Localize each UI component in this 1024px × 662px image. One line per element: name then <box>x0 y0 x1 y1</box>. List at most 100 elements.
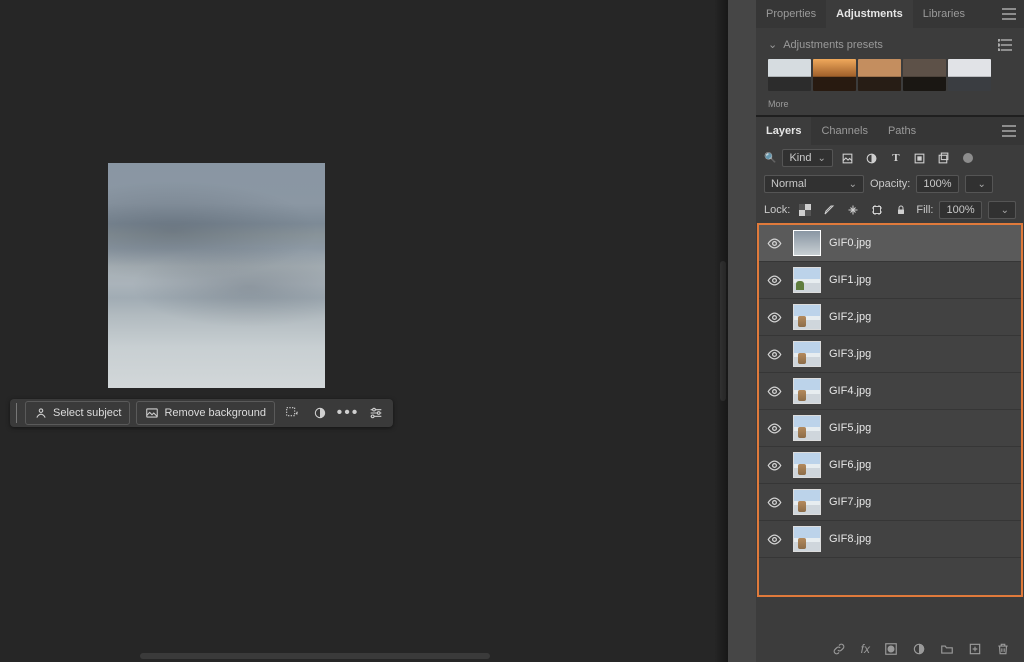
person-icon <box>34 406 48 420</box>
layer-mask-icon[interactable] <box>884 642 898 656</box>
filter-shape-icon[interactable] <box>911 149 929 167</box>
tab-paths[interactable]: Paths <box>878 117 926 145</box>
layer-name[interactable]: GIF2.jpg <box>829 311 871 323</box>
visibility-eye-icon[interactable] <box>767 236 785 251</box>
tab-libraries[interactable]: Libraries <box>913 0 975 28</box>
layer-thumbnail[interactable] <box>793 452 821 478</box>
visibility-eye-icon[interactable] <box>767 384 785 399</box>
layer-thumbnail[interactable] <box>793 230 821 256</box>
adjustment-preset[interactable] <box>903 59 946 91</box>
adjustments-more[interactable]: More <box>768 99 1012 109</box>
layer-thumbnail[interactable] <box>793 267 821 293</box>
layer-name[interactable]: GIF4.jpg <box>829 385 871 397</box>
link-layers-icon[interactable] <box>831 642 847 656</box>
new-group-icon[interactable] <box>940 642 954 656</box>
layer-name[interactable]: GIF0.jpg <box>829 237 871 249</box>
layer-row[interactable]: GIF7.jpg <box>759 484 1021 521</box>
layer-row[interactable]: GIF3.jpg <box>759 336 1021 373</box>
panel-menu-icon[interactable] <box>994 8 1024 20</box>
lock-paint-icon[interactable] <box>820 201 838 219</box>
tab-properties[interactable]: Properties <box>756 0 826 28</box>
right-sidepanel: Properties Adjustments Libraries ⌄ Adjus… <box>756 0 1024 662</box>
opacity-value[interactable]: 100% <box>916 175 958 193</box>
sliders-icon[interactable] <box>365 404 387 422</box>
preset-list-icon[interactable] <box>998 39 1012 51</box>
remove-background-button[interactable]: Remove background <box>136 401 275 425</box>
layer-row[interactable]: GIF0.jpg <box>759 225 1021 262</box>
opacity-dropdown[interactable] <box>965 175 993 193</box>
filter-type-icon[interactable]: T <box>887 149 905 167</box>
filter-pixel-icon[interactable] <box>839 149 857 167</box>
layer-name[interactable]: GIF6.jpg <box>829 459 871 471</box>
lock-artboard-icon[interactable] <box>868 201 886 219</box>
layer-name[interactable]: GIF3.jpg <box>829 348 871 360</box>
visibility-eye-icon[interactable] <box>767 347 785 362</box>
adjustment-preset[interactable] <box>858 59 901 91</box>
layer-row[interactable]: GIF4.jpg <box>759 373 1021 410</box>
adjustment-preset[interactable] <box>768 59 811 91</box>
top-panel-tabs: Properties Adjustments Libraries <box>756 0 1024 28</box>
layer-filter-row: 🔍 Kind T <box>756 145 1024 171</box>
select-subject-button[interactable]: Select subject <box>25 401 130 425</box>
adjustments-presets-toggle[interactable]: ⌄ Adjustments presets <box>768 38 1012 51</box>
delete-layer-icon[interactable] <box>996 642 1010 656</box>
layer-thumbnail[interactable] <box>793 378 821 404</box>
filter-adjust-icon[interactable] <box>863 149 881 167</box>
layer-footer: fx <box>756 636 1024 662</box>
layer-name[interactable]: GIF8.jpg <box>829 533 871 545</box>
lock-transparent-icon[interactable] <box>796 201 814 219</box>
tab-layers[interactable]: Layers <box>756 117 811 145</box>
layer-fx-icon[interactable]: fx <box>861 642 870 656</box>
layer-name[interactable]: GIF7.jpg <box>829 496 871 508</box>
tab-channels[interactable]: Channels <box>811 117 877 145</box>
canvas-workspace[interactable]: Select subject Remove background ••• <box>0 0 728 662</box>
layer-lock-row: Lock: Fill: 100% <box>756 197 1024 223</box>
layer-list[interactable]: GIF0.jpg GIF1.jpg GIF2.jpg GIF3.jpg GIF4.jpg… <box>757 223 1023 597</box>
lock-position-icon[interactable] <box>844 201 862 219</box>
fill-dropdown[interactable] <box>988 201 1016 219</box>
more-dots-icon[interactable]: ••• <box>337 404 359 422</box>
filter-smart-icon[interactable] <box>935 149 953 167</box>
visibility-eye-icon[interactable] <box>767 458 785 473</box>
visibility-eye-icon[interactable] <box>767 421 785 436</box>
layer-filter-kind[interactable]: Kind <box>782 149 832 167</box>
layer-row[interactable]: GIF1.jpg <box>759 262 1021 299</box>
opacity-label: Opacity: <box>870 178 910 190</box>
layer-row[interactable]: GIF8.jpg <box>759 521 1021 558</box>
lock-all-icon[interactable] <box>892 201 910 219</box>
dock-strip[interactable] <box>728 0 756 662</box>
visibility-eye-icon[interactable] <box>767 273 785 288</box>
layer-thumbnail[interactable] <box>793 415 821 441</box>
image-icon <box>145 406 159 420</box>
visibility-eye-icon[interactable] <box>767 532 785 547</box>
adjustments-panel: ⌄ Adjustments presets More <box>756 28 1024 115</box>
adjustment-preset[interactable] <box>813 59 856 91</box>
layer-thumbnail[interactable] <box>793 341 821 367</box>
adjustment-preset[interactable] <box>948 59 991 91</box>
canvas-image[interactable] <box>108 163 325 388</box>
new-layer-icon[interactable] <box>968 642 982 656</box>
visibility-eye-icon[interactable] <box>767 310 785 325</box>
filter-toggle[interactable] <box>959 149 977 167</box>
layers-menu-icon[interactable] <box>994 125 1024 137</box>
layer-thumbnail[interactable] <box>793 304 821 330</box>
layer-row[interactable]: GIF2.jpg <box>759 299 1021 336</box>
fill-label: Fill: <box>916 204 933 216</box>
visibility-eye-icon[interactable] <box>767 495 785 510</box>
layer-thumbnail[interactable] <box>793 489 821 515</box>
layer-row[interactable]: GIF6.jpg <box>759 447 1021 484</box>
adjustment-circle-icon[interactable] <box>309 404 331 422</box>
remove-background-label: Remove background <box>164 407 266 419</box>
fill-value[interactable]: 100% <box>939 201 981 219</box>
layer-thumbnail[interactable] <box>793 526 821 552</box>
tab-adjustments[interactable]: Adjustments <box>826 0 913 28</box>
workspace-hscrollbar[interactable] <box>140 653 490 659</box>
contextual-toolbar: Select subject Remove background ••• <box>10 399 393 427</box>
layer-name[interactable]: GIF5.jpg <box>829 422 871 434</box>
toolbar-grip[interactable] <box>16 403 17 423</box>
blend-mode-dropdown[interactable]: Normal <box>764 175 864 193</box>
new-adjustment-layer-icon[interactable] <box>912 642 926 656</box>
magic-select-icon[interactable] <box>281 404 303 422</box>
layer-name[interactable]: GIF1.jpg <box>829 274 871 286</box>
layer-row[interactable]: GIF5.jpg <box>759 410 1021 447</box>
